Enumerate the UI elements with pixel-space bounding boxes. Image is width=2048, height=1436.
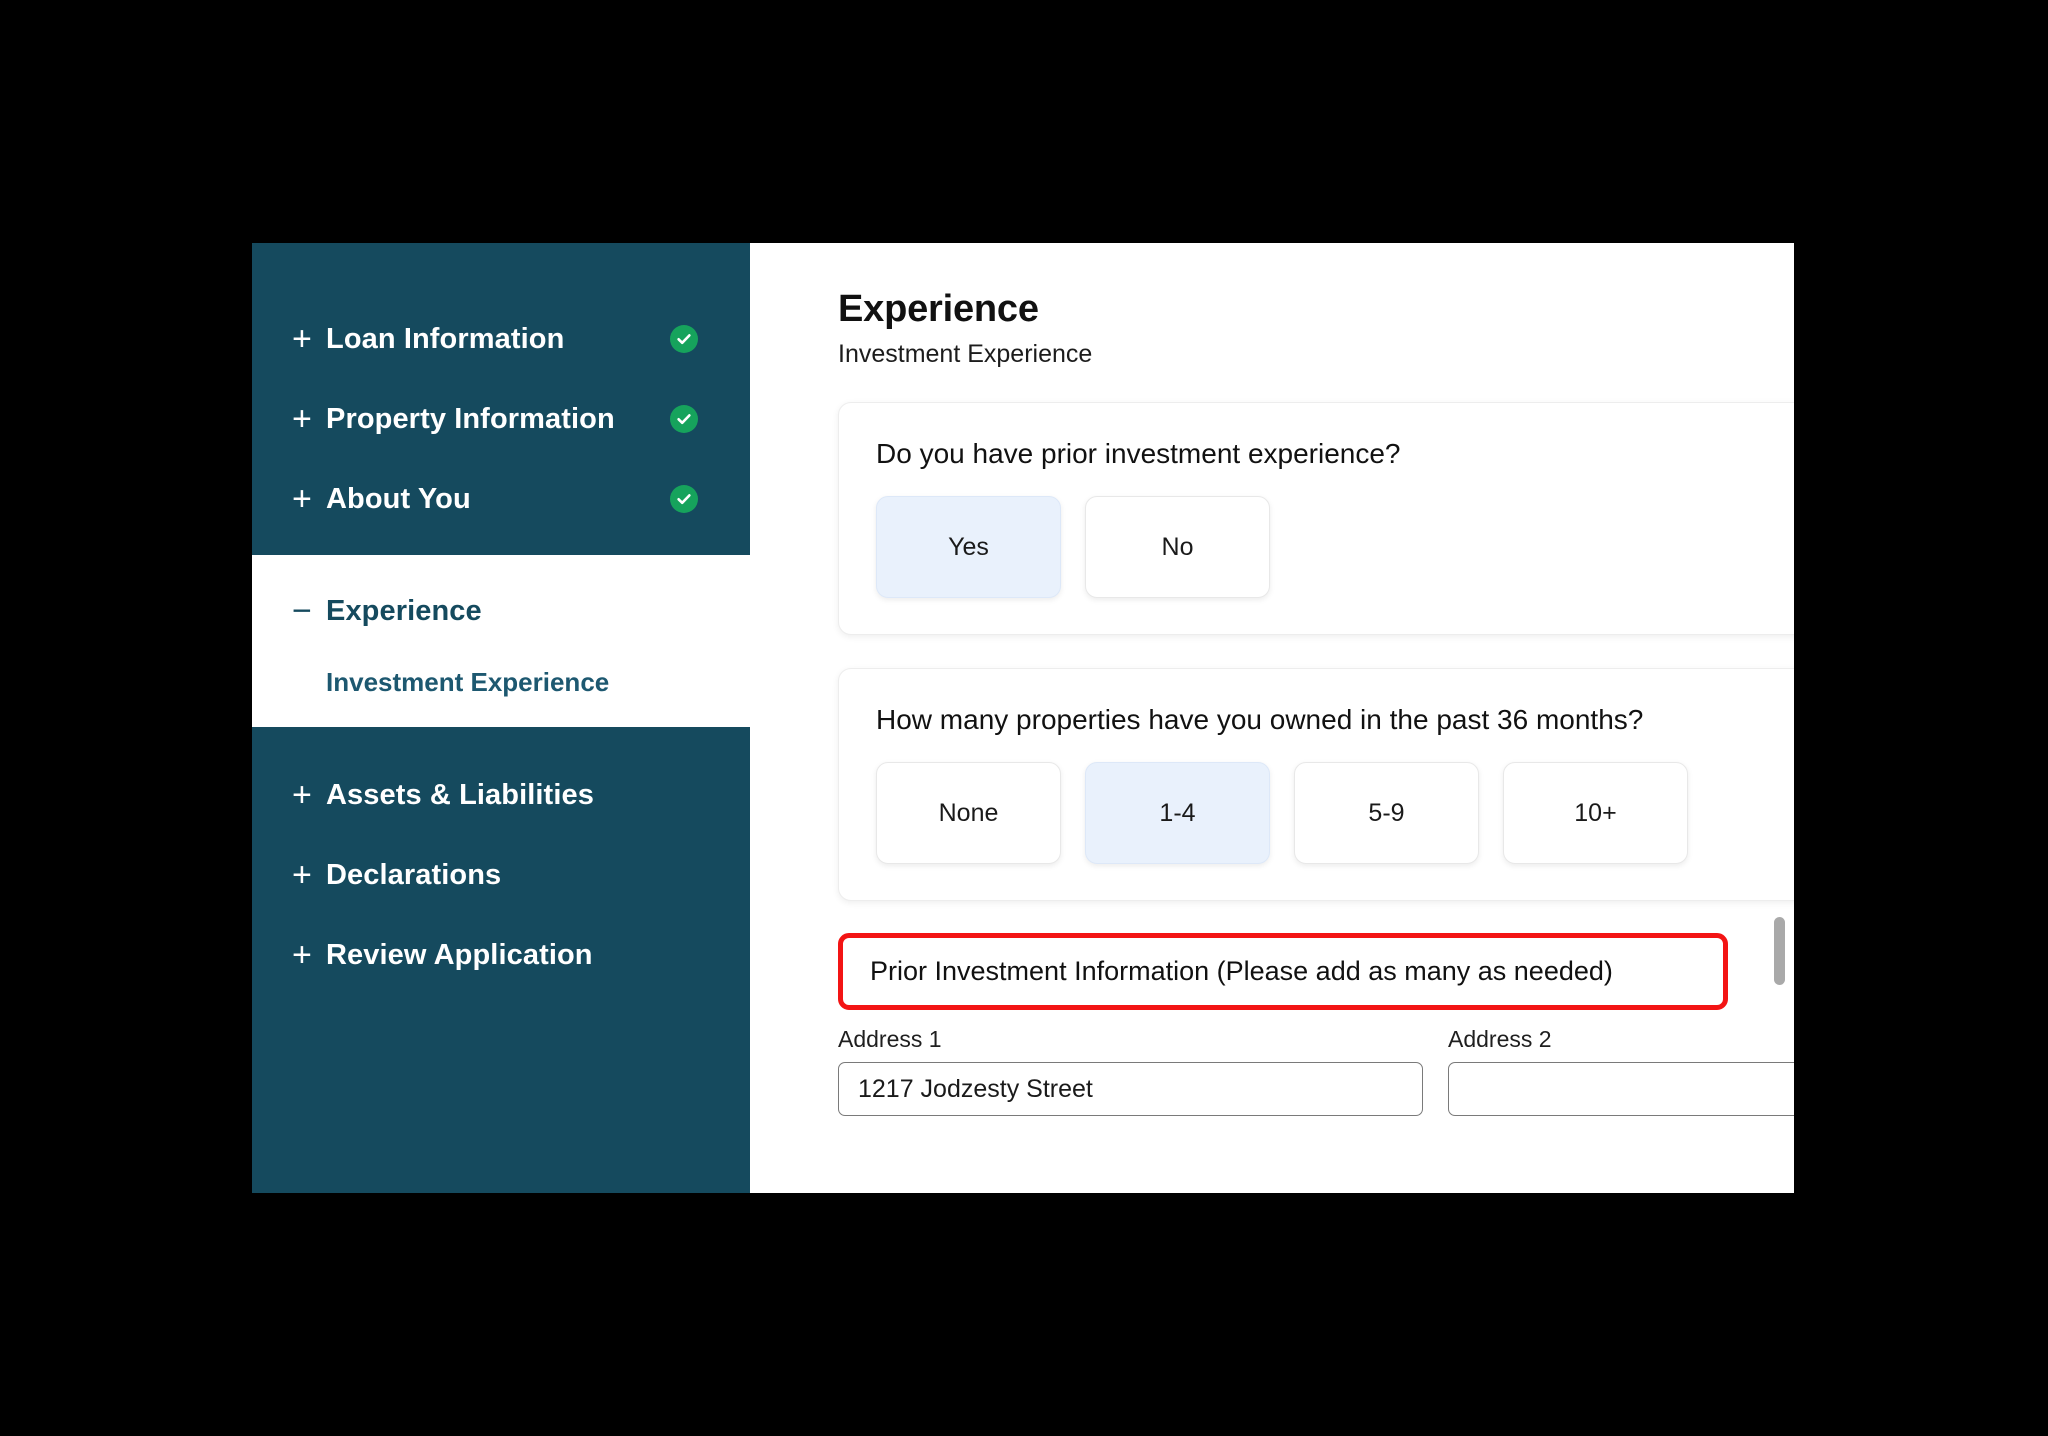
sidebar-item-experience[interactable]: − Experience xyxy=(252,571,750,651)
address-1-label: Address 1 xyxy=(838,1026,942,1052)
option-button-5-9[interactable]: 5-9 xyxy=(1294,762,1479,864)
sidebar-navigation: + Loan Information + Property Informatio… xyxy=(252,243,750,1193)
sidebar-group-remaining: + Assets & Liabilities + Declarations + … xyxy=(252,727,750,995)
option-group-properties-owned: None 1-4 5-9 10+ xyxy=(876,762,1794,864)
sidebar-subitem-label: Investment Experience xyxy=(326,666,610,697)
sidebar-item-label: Property Information xyxy=(326,402,615,435)
question-card-properties-owned: How many properties have you owned in th… xyxy=(838,668,1794,901)
plus-icon: + xyxy=(292,776,312,814)
sidebar-item-about-you[interactable]: + About You xyxy=(252,459,750,539)
sidebar-spacer xyxy=(252,727,750,755)
sidebar-subitem-investment-experience[interactable]: Investment Experience xyxy=(252,651,750,713)
sidebar-item-label: Experience xyxy=(326,594,482,627)
sidebar-item-label: Assets & Liabilities xyxy=(326,778,594,811)
option-button-no[interactable]: No xyxy=(1085,496,1270,598)
address-2-label: Address 2 xyxy=(1448,1026,1552,1052)
question-text: How many properties have you owned in th… xyxy=(876,704,1644,735)
option-button-10-plus[interactable]: 10+ xyxy=(1503,762,1688,864)
sidebar-item-label: About You xyxy=(326,482,471,515)
sidebar-item-label: Review Application xyxy=(326,938,593,971)
sidebar-group-completed: + Loan Information + Property Informatio… xyxy=(252,243,750,555)
question-text: Do you have prior investment experience? xyxy=(876,438,1401,469)
plus-icon: + xyxy=(292,936,312,974)
sidebar-item-property-information[interactable]: + Property Information xyxy=(252,379,750,459)
address-2-input[interactable] xyxy=(1448,1062,1794,1116)
plus-icon: + xyxy=(292,856,312,894)
prior-investment-heading: Prior Investment Information (Please add… xyxy=(870,956,1613,986)
sidebar-item-assets-liabilities[interactable]: + Assets & Liabilities xyxy=(252,755,750,835)
plus-icon: + xyxy=(292,480,312,518)
scrollable-form-area[interactable]: Experience Investment Experience Do you … xyxy=(750,243,1794,1193)
minus-icon: − xyxy=(292,592,312,630)
question-card-prior-experience: Do you have prior investment experience?… xyxy=(838,402,1794,635)
vertical-scrollbar-thumb[interactable] xyxy=(1774,917,1785,985)
address-field-row: Address 1 1217 Jodzesty Street Address 2 xyxy=(838,1026,1794,1116)
vertical-scrollbar-track[interactable] xyxy=(1773,243,1786,1193)
prior-investment-heading-highlight: Prior Investment Information (Please add… xyxy=(838,933,1728,1010)
check-circle-icon xyxy=(670,485,698,513)
main-content-pane: Experience Investment Experience Do you … xyxy=(750,243,1794,1193)
option-button-yes[interactable]: Yes xyxy=(876,496,1061,598)
option-group-prior-experience: Yes No xyxy=(876,496,1794,598)
application-window: + Loan Information + Property Informatio… xyxy=(252,243,1794,1193)
check-circle-icon xyxy=(670,325,698,353)
sidebar-item-label: Declarations xyxy=(326,858,502,891)
plus-icon: + xyxy=(292,400,312,438)
sidebar-item-declarations[interactable]: + Declarations xyxy=(252,835,750,915)
sidebar-item-review-application[interactable]: + Review Application xyxy=(252,915,750,995)
page-subtitle: Investment Experience xyxy=(838,340,1093,368)
sidebar-item-label: Loan Information xyxy=(326,322,565,355)
bottom-spacer xyxy=(838,1116,1794,1176)
address-1-group: Address 1 1217 Jodzesty Street xyxy=(838,1026,1423,1116)
plus-icon: + xyxy=(292,320,312,358)
check-circle-icon xyxy=(670,405,698,433)
address-1-input[interactable]: 1217 Jodzesty Street xyxy=(838,1062,1423,1116)
option-button-none[interactable]: None xyxy=(876,762,1061,864)
option-button-1-4[interactable]: 1-4 xyxy=(1085,762,1270,864)
sidebar-item-loan-information[interactable]: + Loan Information xyxy=(252,299,750,379)
page-title: Experience xyxy=(838,288,1039,330)
prior-investment-section: Prior Investment Information (Please add… xyxy=(838,933,1794,1116)
address-2-group: Address 2 xyxy=(1448,1026,1794,1116)
sidebar-group-experience: − Experience Investment Experience xyxy=(252,555,750,727)
